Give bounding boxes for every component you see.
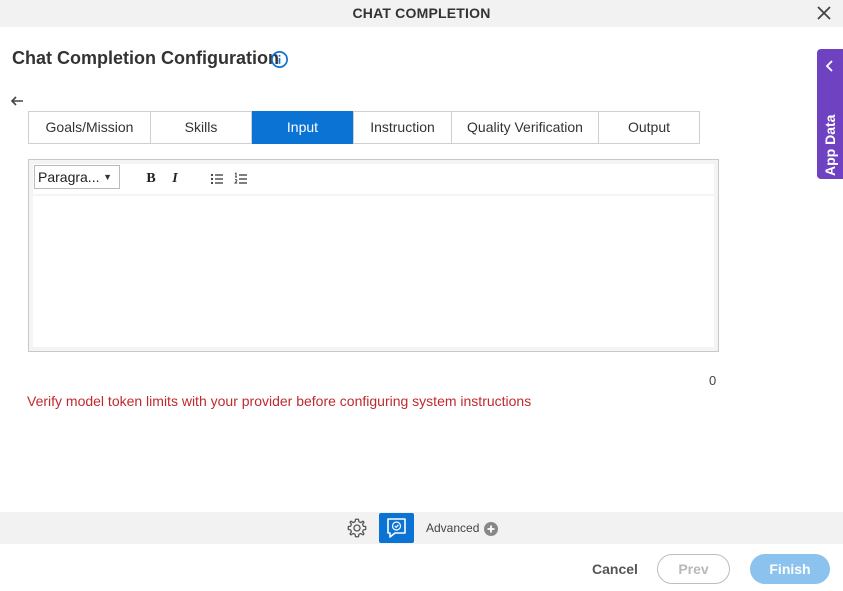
numbered-list-icon[interactable] xyxy=(233,171,249,187)
finish-button[interactable]: Finish xyxy=(750,554,830,584)
dropdown-caret-icon: ▼ xyxy=(103,172,112,182)
editor-content-area[interactable] xyxy=(33,196,714,347)
bold-button[interactable]: B xyxy=(143,171,159,187)
chat-review-button[interactable] xyxy=(379,513,414,543)
tab-input[interactable]: Input xyxy=(252,111,354,144)
back-arrow-icon[interactable] xyxy=(9,93,25,109)
tab-goals-mission[interactable]: Goals/Mission xyxy=(29,112,151,143)
plus-circle-icon[interactable] xyxy=(484,522,498,536)
cancel-button[interactable]: Cancel xyxy=(583,554,647,584)
rich-text-editor: Paragra... ▼ B I xyxy=(28,159,719,352)
page-title: Chat Completion Configuration xyxy=(12,48,279,68)
app-data-label: App Data xyxy=(822,114,838,176)
dialog-title: CHAT COMPLETION xyxy=(352,5,491,21)
tab-skills[interactable]: Skills xyxy=(151,112,252,143)
prev-button[interactable]: Prev xyxy=(657,554,730,584)
italic-button[interactable]: I xyxy=(167,171,183,187)
tab-bar: Goals/Mission Skills Input Instruction Q… xyxy=(28,111,700,144)
tab-quality-verification[interactable]: Quality Verification xyxy=(452,112,599,143)
editor-toolbar: Paragra... ▼ B I xyxy=(33,164,714,194)
dialog-titlebar: CHAT COMPLETION xyxy=(0,0,843,27)
paragraph-format-value: Paragra... xyxy=(38,169,100,185)
tab-instruction[interactable]: Instruction xyxy=(354,112,452,143)
token-limit-warning: Verify model token limits with your prov… xyxy=(27,393,532,409)
bottom-action-strip xyxy=(0,512,843,544)
tab-output[interactable]: Output xyxy=(599,112,699,143)
chat-check-icon xyxy=(387,518,406,538)
bullet-list-icon[interactable] xyxy=(209,171,225,187)
chevron-left-icon xyxy=(825,60,833,72)
advanced-toggle[interactable]: Advanced xyxy=(426,521,479,535)
info-icon[interactable] xyxy=(270,50,289,69)
app-data-panel-toggle[interactable]: App Data xyxy=(817,49,843,179)
paragraph-format-select[interactable]: Paragra... ▼ xyxy=(34,165,120,189)
character-count: 0 xyxy=(709,373,717,388)
close-icon[interactable] xyxy=(815,4,833,22)
gear-icon[interactable] xyxy=(346,517,368,539)
